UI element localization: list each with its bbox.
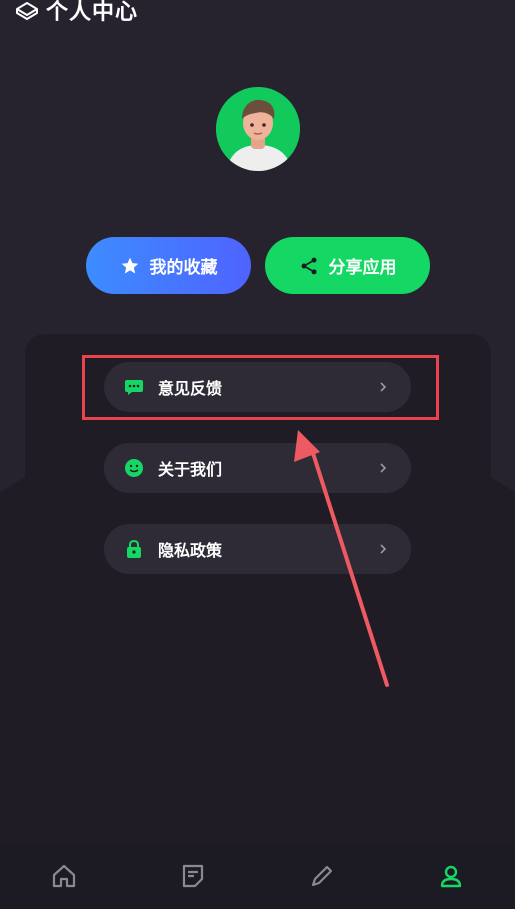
smile-icon <box>125 459 143 477</box>
menu-item-privacy[interactable]: 隐私政策 <box>104 524 411 574</box>
share-label: 分享应用 <box>328 258 397 278</box>
highlight-box <box>82 355 439 420</box>
bottom-tab-bar <box>0 842 515 909</box>
tab-home[interactable] <box>0 842 129 909</box>
lock-icon <box>127 539 141 558</box>
tab-notes[interactable] <box>129 842 258 909</box>
share-app-button[interactable]: 分享应用 <box>265 237 430 294</box>
note-icon <box>183 864 204 887</box>
tab-edit[interactable] <box>258 842 387 909</box>
favorites-button[interactable]: 我的收藏 <box>86 237 251 294</box>
menu-item-about[interactable]: 关于我们 <box>104 443 411 493</box>
share-icon <box>301 257 316 274</box>
page-title: 个人中心 <box>46 0 139 25</box>
menu-item-label: 隐私政策 <box>158 541 223 560</box>
favorites-label: 我的收藏 <box>149 258 218 278</box>
user-avatar <box>216 87 300 171</box>
chevron-right-icon <box>380 463 387 473</box>
page-header: 个人中心 <box>14 0 138 28</box>
star-icon <box>121 257 138 273</box>
avatar[interactable] <box>216 87 300 171</box>
user-icon <box>440 865 461 887</box>
tab-profile[interactable] <box>386 842 515 909</box>
book-icon <box>16 2 38 20</box>
chevron-right-icon <box>380 544 387 554</box>
menu-item-label: 关于我们 <box>158 460 223 479</box>
pencil-icon <box>311 865 332 886</box>
home-icon <box>53 864 76 887</box>
